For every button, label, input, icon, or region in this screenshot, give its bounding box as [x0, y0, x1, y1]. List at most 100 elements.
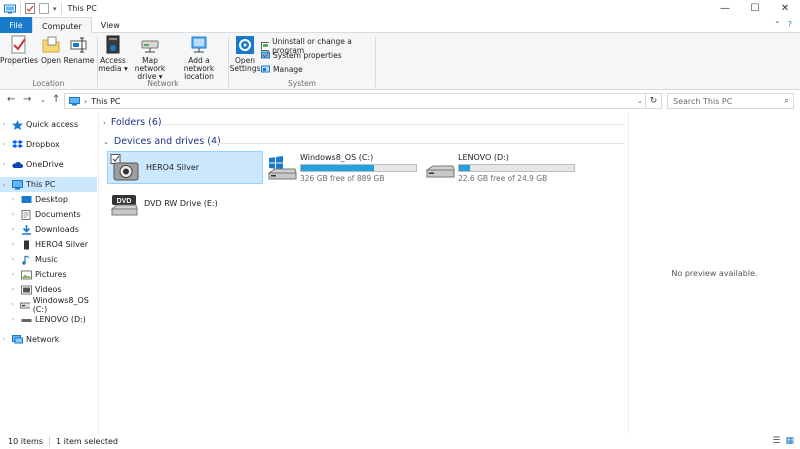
tab-file[interactable]: File	[0, 17, 32, 33]
location-group-label: Location	[32, 79, 65, 88]
device-tile-lenovo[interactable]: LENOVO (D:) 22.6 GB free of 24.9 GB	[425, 151, 577, 184]
nav-item-hero4-silver[interactable]: › HERO4 Silver	[0, 237, 97, 252]
open-button[interactable]: Open	[39, 35, 63, 65]
rename-icon	[70, 37, 87, 53]
device-tile-hero4-silver[interactable]: HERO4 Silver	[107, 151, 263, 184]
system-properties-icon	[261, 51, 270, 59]
maximize-button[interactable]: ☐	[740, 0, 770, 17]
recent-locations-chevron-icon[interactable]: ⌄	[40, 96, 46, 104]
tab-view[interactable]: View	[92, 17, 129, 33]
close-button[interactable]: ✕	[770, 0, 800, 17]
dvd-drive-icon: DVD	[110, 194, 138, 215]
expand-chevron-icon[interactable]: ›	[9, 241, 17, 248]
expand-chevron-icon[interactable]: ›	[0, 121, 8, 128]
expand-chevron-icon[interactable]: ›	[9, 256, 17, 263]
device-tile-dvd-rw-drive[interactable]: DVD DVD RW Drive (E:)	[107, 187, 263, 220]
windows-drive-icon	[267, 155, 297, 179]
drive-info: Windows8_OS (C:) 326 GB free of 889 GB	[300, 153, 417, 183]
search-icon: ⌕	[783, 96, 789, 106]
nav-label: Quick access	[26, 120, 79, 129]
details-view-icon[interactable]: ☰	[772, 436, 780, 446]
folders-header-label: Folders (6)	[110, 117, 162, 128]
manage-icon	[261, 65, 270, 73]
open-settings-button[interactable]: Open Settings	[230, 35, 260, 73]
up-arrow-icon[interactable]: ↑	[52, 94, 60, 105]
properties-check-icon[interactable]	[25, 3, 35, 14]
quick-access-toolbar: ▾	[0, 3, 62, 14]
explorer-icon	[4, 4, 16, 13]
customize-toolbar-icon[interactable]: ▾	[53, 5, 57, 13]
tab-computer[interactable]: Computer	[32, 17, 92, 34]
open-label: Open	[40, 56, 62, 65]
nav-item-network[interactable]: › Network	[0, 332, 97, 347]
this-pc-icon	[69, 96, 80, 105]
nav-item-onedrive[interactable]: › OneDrive	[0, 157, 97, 172]
devices-group-header[interactable]: ⌄ Devices and drives (4)	[103, 136, 221, 147]
svg-text:DVD: DVD	[117, 198, 132, 205]
rename-button[interactable]: Rename	[64, 35, 94, 65]
back-arrow-icon[interactable]: ←	[7, 94, 15, 105]
drive-usage-fill	[459, 164, 470, 171]
expand-chevron-icon[interactable]: ›	[9, 226, 17, 233]
expand-chevron-icon[interactable]: ›	[103, 119, 106, 127]
address-dropdown-icon[interactable]: ⌄	[637, 93, 646, 109]
expand-chevron-icon[interactable]: ›	[0, 336, 8, 343]
nav-item-downloads[interactable]: › Downloads	[0, 222, 97, 237]
collapse-ribbon-icon[interactable]: ⌃	[774, 20, 781, 29]
breadcrumb-separator[interactable]: ›	[84, 97, 87, 106]
expand-chevron-icon[interactable]: ›	[9, 196, 17, 203]
expand-chevron-icon[interactable]: ›	[0, 141, 8, 148]
nav-item-music[interactable]: › Music	[0, 252, 97, 267]
nav-item-documents[interactable]: › Documents	[0, 207, 97, 222]
nav-item-windows8-os[interactable]: › Windows8_OS (C:)	[0, 296, 97, 314]
tiles-view-icon[interactable]: ▦	[785, 436, 794, 446]
minimize-button[interactable]: —	[710, 0, 740, 17]
device-tile-windows8-os[interactable]: Windows8_OS (C:) 326 GB free of 889 GB	[267, 151, 419, 184]
nav-item-desktop[interactable]: › Desktop	[0, 192, 97, 207]
programs-icon	[261, 41, 270, 51]
refresh-button[interactable]: ↻	[646, 93, 662, 109]
nav-item-this-pc[interactable]: ⌄ This PC	[0, 177, 97, 192]
item-count: 10 items	[8, 437, 43, 446]
expand-chevron-icon[interactable]: ›	[9, 211, 17, 218]
ribbon-tabs: File Computer View ⌃ ?	[0, 17, 800, 34]
selection-count: 1 item selected	[55, 437, 118, 446]
collapse-chevron-icon[interactable]: ⌄	[103, 138, 109, 146]
access-media-button[interactable]: Access media ▾	[98, 35, 128, 73]
folders-group-header[interactable]: › Folders (6)	[103, 117, 162, 128]
pane-divider[interactable]	[98, 112, 99, 434]
new-folder-icon[interactable]	[39, 3, 49, 14]
dropbox-icon	[12, 139, 23, 148]
devices-header-label: Devices and drives (4)	[113, 136, 221, 147]
expand-chevron-icon[interactable]: ›	[0, 161, 8, 168]
system-properties-button[interactable]: System properties	[261, 51, 342, 60]
help-icon[interactable]: ?	[788, 20, 792, 29]
expand-chevron-icon[interactable]: ›	[9, 286, 17, 293]
properties-button[interactable]: Properties	[0, 35, 38, 65]
videos-icon	[21, 285, 32, 294]
address-bar[interactable]: › This PC	[64, 93, 646, 109]
add-network-location-button[interactable]: Add a network location	[174, 35, 224, 81]
nav-item-dropbox[interactable]: › Dropbox	[0, 137, 97, 152]
divider	[20, 3, 21, 14]
nav-item-quick-access[interactable]: › Quick access	[0, 117, 97, 132]
nav-label: HERO4 Silver	[35, 240, 89, 249]
window-title: This PC	[67, 4, 97, 13]
nav-item-pictures[interactable]: › Pictures	[0, 267, 97, 282]
expand-chevron-icon[interactable]: ›	[9, 271, 17, 278]
map-network-drive-button[interactable]: Map network drive ▾	[127, 35, 173, 81]
camera-icon	[24, 240, 29, 249]
expand-chevron-icon[interactable]: ›	[9, 316, 17, 323]
nav-item-lenovo[interactable]: › LENOVO (D:)	[0, 312, 97, 327]
forward-arrow-icon[interactable]: →	[23, 94, 31, 105]
location-group: Properties Open Rename Location	[0, 33, 97, 90]
search-input[interactable]: Search This PC ⌕	[667, 93, 794, 109]
network-group-label: Network	[147, 79, 179, 88]
manage-button[interactable]: Manage	[261, 65, 303, 74]
collapse-chevron-icon[interactable]: ⌄	[0, 181, 8, 188]
expand-chevron-icon[interactable]: ›	[9, 301, 16, 308]
nav-label: Pictures	[35, 270, 67, 279]
breadcrumb-this-pc[interactable]: This PC	[91, 97, 120, 106]
network-drive-icon	[141, 40, 159, 53]
drive-icon	[20, 302, 30, 308]
